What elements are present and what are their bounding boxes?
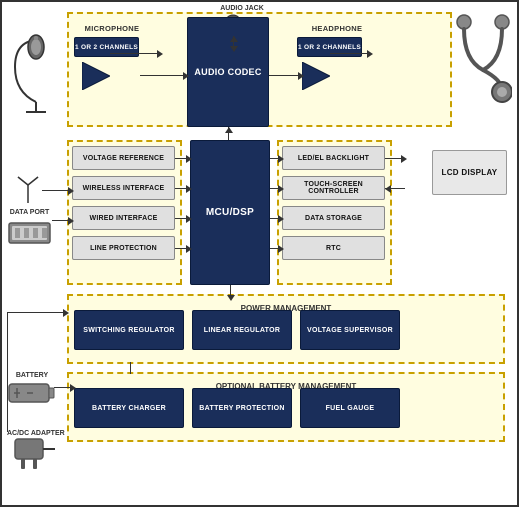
arrow-lineprot [186,245,192,253]
mcu-dsp-block: MCU/DSP [190,140,270,285]
data-storage-block: DATA STORAGE [282,206,385,230]
lcd-display-block: LCD DISPLAY [432,150,507,195]
arrow-touch-lcd [385,185,391,193]
rtc-block: RTC [282,236,385,260]
acdc-area: AC/DC ADAPTER [7,430,65,477]
arrow-wired [186,215,192,223]
line-amp-right [330,53,370,54]
arrow-led [278,155,284,163]
arrow-ant-wifi [68,187,74,195]
microphone-icon [10,22,62,117]
battery-protection-block: BATTERY PROTECTION [192,388,292,428]
arrow-port-wired [68,217,74,225]
arrow-ch-right [183,72,189,80]
diagram-wrapper: AUDIO JACK MICROPHONE PREAMPS 1 OR 2 CHA… [0,0,519,507]
arrow-jack-down [230,46,238,52]
arrow-mcu-codec [225,127,233,133]
led-backlight-block: LED/EL BACKLIGHT [282,146,385,170]
linear-regulator-block: LINEAR REGULATOR [192,310,292,350]
touch-screen-block: TOUCH-SCREEN CONTROLLER [282,176,385,200]
wired-interface-block: WIRED INTERFACE [72,206,175,230]
arrow-bat-optional [70,384,76,392]
arrow-acdc [63,309,69,317]
line-optional-power [130,362,131,374]
line-acdc-power [7,312,8,432]
audio-jack-label: AUDIO JACK [212,5,272,12]
arrow-codec-up [230,36,238,42]
line-acdc-h [7,312,67,313]
arrow-led-lcd [401,155,407,163]
arrow-codec-amp [298,72,304,80]
line-protection-block: LINE PROTECTION [72,236,175,260]
voltage-reference-block: VOLTAGE REFERENCE [72,146,175,170]
arrow-amp-ch [157,50,163,58]
battery-charger-block: BATTERY CHARGER [74,388,184,428]
arrow-vref [186,155,192,163]
antenna-icon [14,175,42,210]
data-port-area: DATA PORT [7,209,52,253]
audio-codec-block: AUDIO CODEC [187,17,269,127]
line-ch-left [140,75,187,76]
fuel-gauge-block: FUEL GAUGE [300,388,400,428]
arrow-touch [278,185,284,193]
switching-regulator-block: SWITCHING REGULATOR [74,310,184,350]
amp-left [82,62,110,95]
arrow-mcu-power [227,295,235,301]
arrow-storage [278,215,284,223]
voltage-supervisor-block: VOLTAGE SUPERVISOR [300,310,400,350]
amp-right [302,62,330,95]
line-amp-ch [110,53,160,54]
stethoscope-icon [454,10,512,110]
channels-left: 1 OR 2 CHANNELS [74,37,139,57]
arrow-amp-out [367,50,373,58]
channels-right: 1 OR 2 CHANNELS [297,37,362,57]
arrow-rtc [278,245,284,253]
arrow-wifi [186,185,192,193]
wireless-interface-block: WIRELESS INTERFACE [72,176,175,200]
battery-area: BATTERY [7,372,57,412]
